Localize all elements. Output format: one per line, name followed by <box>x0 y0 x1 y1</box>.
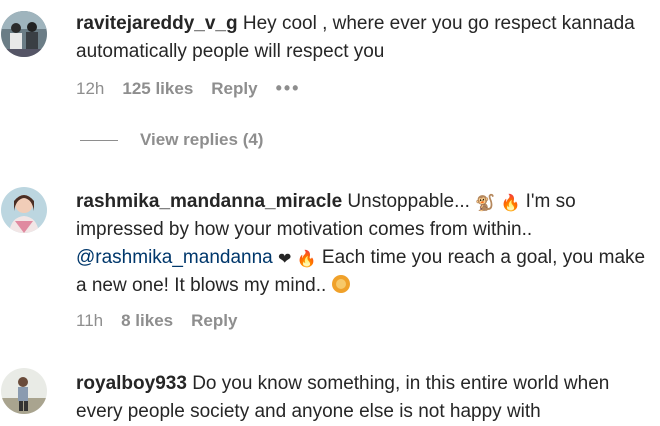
avatar[interactable] <box>1 11 47 57</box>
comment-meta: 11h 8 likes Reply <box>76 311 255 331</box>
lion-emoji-icon <box>331 275 350 293</box>
comment-username[interactable]: rashmika_mandanna_miracle <box>76 191 342 212</box>
black-heart-emoji-icon: ❤ <box>278 249 292 268</box>
comment-time[interactable]: 11h <box>76 311 103 331</box>
fire-emoji-icon: 🔥 <box>500 193 521 212</box>
mention-link[interactable]: @rashmika_mandanna <box>76 247 273 268</box>
comment-message-part-1: Unstoppable... <box>347 191 470 212</box>
view-replies-label: View replies (4) <box>140 130 264 149</box>
avatar[interactable] <box>1 187 47 233</box>
divider-line <box>80 139 118 141</box>
reply-button[interactable]: Reply <box>211 79 257 99</box>
comment-meta: 12h 125 likes Reply ••• <box>76 78 318 99</box>
comment-time[interactable]: 12h <box>76 79 104 99</box>
comment-likes[interactable]: 125 likes <box>122 79 193 99</box>
comment-username[interactable]: ravitejareddy_v_g <box>76 13 238 34</box>
reply-button[interactable]: Reply <box>191 311 237 331</box>
view-replies-button[interactable]: View replies (4) <box>80 130 263 150</box>
more-options-icon[interactable]: ••• <box>276 78 301 99</box>
comment-text: rashmika_mandanna_miracle Unstoppable...… <box>76 188 656 300</box>
comment-likes[interactable]: 8 likes <box>121 311 173 331</box>
comment-username[interactable]: royalboy933 <box>76 373 187 394</box>
fire-emoji-icon: 🔥 <box>296 249 317 268</box>
comment-text: ravitejareddy_v_g Hey cool , where ever … <box>76 10 656 66</box>
comment-text: royalboy933 Do you know something, in th… <box>76 370 656 426</box>
monkey-emoji-icon: 🐒 <box>475 193 496 212</box>
avatar[interactable] <box>1 368 47 414</box>
